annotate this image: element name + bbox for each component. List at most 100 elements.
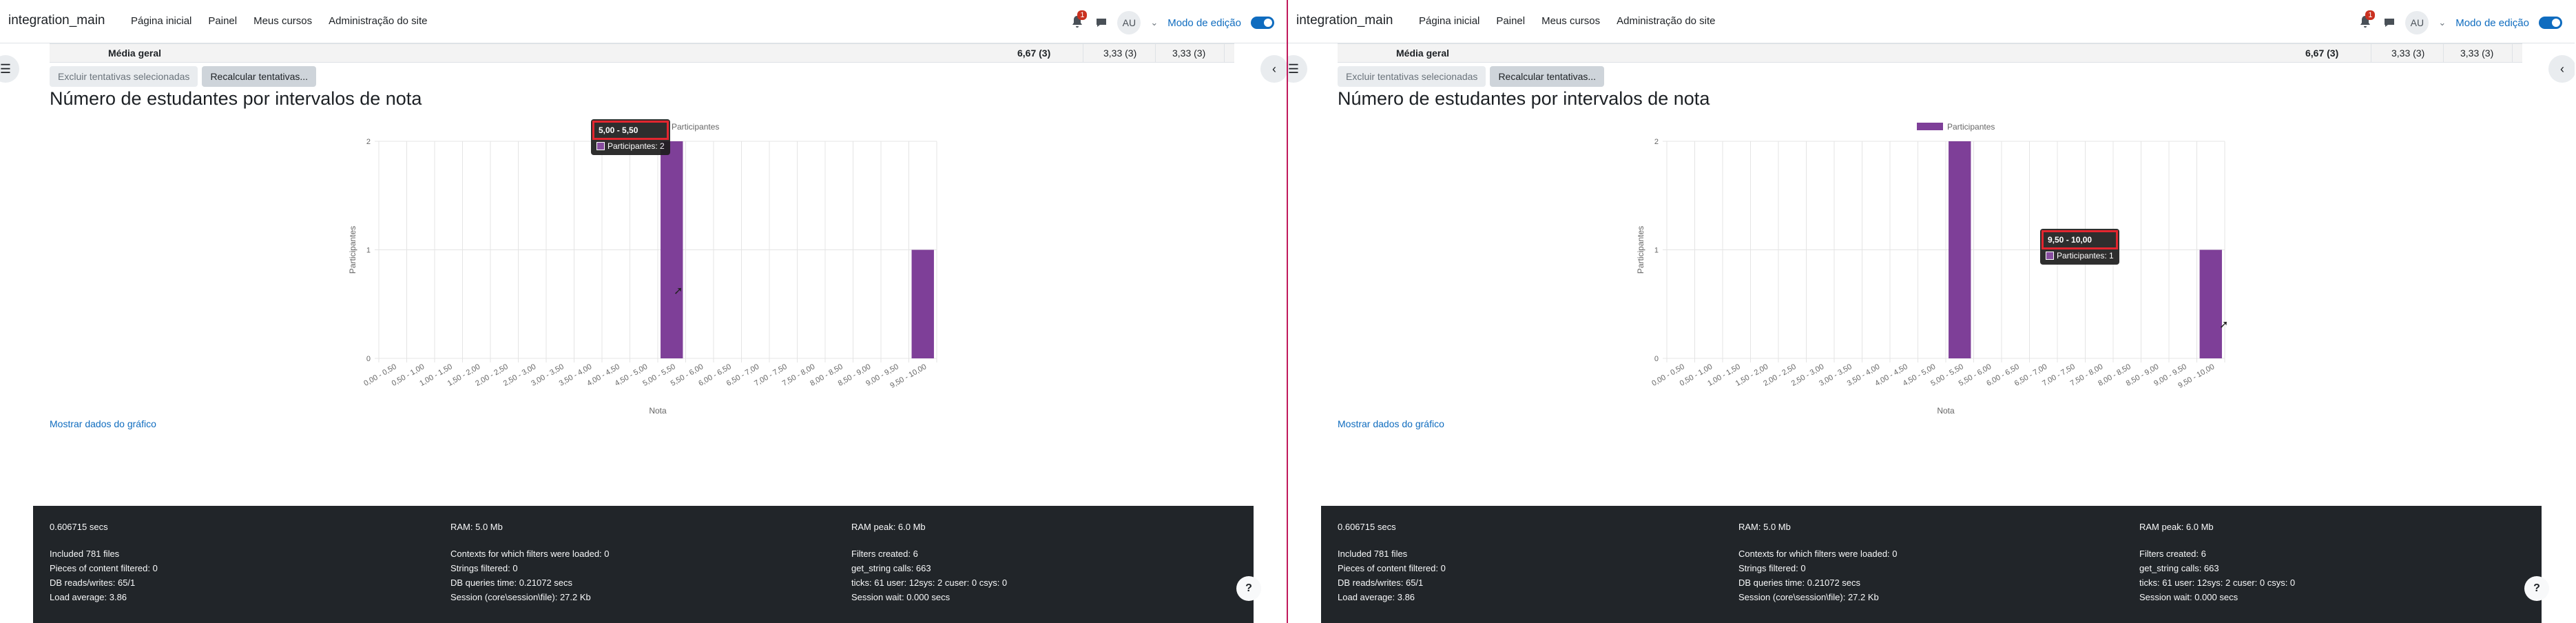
nav-link-my-courses[interactable]: Meus cursos	[253, 15, 312, 27]
course-index-drawer-button[interactable]: ☰	[1288, 55, 1307, 83]
footer-stat: Pieces of content filtered: 0	[1338, 563, 1446, 573]
block-drawer-button[interactable]: ‹	[2548, 55, 2575, 83]
block-drawer-button[interactable]: ‹	[1260, 55, 1287, 83]
help-button[interactable]: ?	[1236, 576, 1261, 601]
tooltip-swatch	[2046, 252, 2054, 260]
list-icon: ☰	[1288, 61, 1300, 76]
browser-window-left: integration_main Página inicial Painel M…	[0, 0, 1288, 623]
chevron-down-icon[interactable]: ⌄	[1150, 17, 1158, 28]
navbar: integration_main Página inicial Painel M…	[0, 0, 1287, 43]
footer-stat: Session wait: 0.000 secs	[851, 592, 951, 602]
footer-stat: Strings filtered: 0	[450, 563, 518, 573]
footer-stat: ticks: 61 user: 12sys: 2 cuser: 0 csys: …	[2139, 578, 2296, 588]
footer-stat: Filters created: 6	[2139, 549, 2206, 559]
tooltip-body: Participantes: 1	[2040, 251, 2119, 265]
course-index-drawer-button[interactable]: ☰	[0, 55, 19, 83]
nav-link-site-admin[interactable]: Administração do site	[329, 15, 427, 27]
legend-label[interactable]: Participantes	[672, 122, 719, 132]
tooltip-body: Participantes: 2	[591, 141, 670, 155]
chevron-down-icon[interactable]: ⌄	[2438, 17, 2446, 28]
y-tick-label: 0	[366, 355, 371, 363]
footer-stat: RAM peak: 6.0 Mb	[2139, 522, 2214, 532]
footer-column-3: RAM peak: 6.0 Mb Filters created: 6 get_st…	[2139, 520, 2295, 604]
regrade-attempts-button[interactable]: Recalcular tentativas...	[202, 66, 317, 87]
user-avatar[interactable]: AU	[1117, 11, 1141, 34]
footer-stat: Pieces of content filtered: 0	[50, 563, 158, 573]
delete-selected-attempts-button[interactable]: Excluir tentativas selecionadas	[50, 66, 198, 87]
edit-mode-label: Modo de edição	[2455, 17, 2529, 29]
average-grade-value: 6,67 (3)	[1017, 48, 1051, 59]
y-tick-label: 1	[366, 247, 371, 255]
footer-stat: RAM: 5.0 Mb	[1738, 522, 1791, 532]
tooltip-title: 9,50 - 10,00	[2042, 230, 2118, 249]
notifications-button[interactable]: 1	[1070, 10, 1088, 31]
footer-column-1: 0.606715 secs Included 781 files Pieces of…	[50, 520, 158, 604]
footer-stat: Session wait: 0.000 secs	[2139, 592, 2239, 602]
legend-label[interactable]: Participantes	[1947, 122, 1995, 132]
footer-stat: Load average: 3.86	[1338, 592, 1415, 602]
footer-stat: Filters created: 6	[851, 549, 918, 559]
bar-10[interactable]	[1949, 141, 1971, 358]
average-grade-value: 6,67 (3)	[2305, 48, 2339, 59]
notification-count-badge: 1	[1077, 10, 1088, 20]
y-tick-label: 1	[1654, 247, 1659, 255]
footer-stat	[1338, 534, 1446, 547]
grade-distribution-chart[interactable]: 0120,00 - 0,500,50 - 1,001,00 - 1,501,50…	[337, 117, 957, 420]
footer-stat: Included 781 files	[1338, 549, 1408, 559]
list-icon: ☰	[0, 61, 12, 76]
grade-distribution-chart[interactable]: 0120,00 - 0,500,50 - 1,001,00 - 1,501,50…	[1625, 117, 2245, 420]
messages-icon[interactable]	[1095, 17, 1108, 29]
navbar: integration_main Página inicial Painel M…	[1288, 0, 2575, 43]
tooltip-label: Participantes: 1	[2057, 251, 2114, 261]
show-chart-data-link[interactable]: Mostrar dados do gráfico	[1338, 418, 1444, 429]
chart-tooltip: 5,00 - 5,50 Participantes: 2	[591, 119, 670, 155]
average-question-2-value: 3,33 (3)	[1172, 48, 1206, 59]
show-chart-data-link[interactable]: Mostrar dados do gráfico	[50, 418, 156, 429]
nav-link-site-admin[interactable]: Administração do site	[1617, 15, 1715, 27]
browser-window-right: integration_main Página inicial Painel M…	[1288, 0, 2575, 623]
footer-stat	[50, 534, 158, 547]
site-brand[interactable]: integration_main	[8, 13, 105, 28]
chart-tooltip: 9,50 - 10,00 Participantes: 1	[2040, 229, 2119, 265]
legend-swatch[interactable]	[1917, 123, 1943, 130]
nav-link-dashboard[interactable]: Painel	[1496, 15, 1525, 27]
y-tick-label: 2	[366, 138, 371, 146]
tooltip-swatch	[596, 142, 605, 150]
nav-link-my-courses[interactable]: Meus cursos	[1541, 15, 1600, 27]
footer-stat	[1738, 534, 1898, 547]
bar-19[interactable]	[911, 249, 934, 359]
edit-mode-toggle[interactable]	[1251, 17, 1274, 29]
nav-link-dashboard[interactable]: Painel	[208, 15, 237, 27]
regrade-attempts-button[interactable]: Recalcular tentativas...	[1490, 66, 1605, 87]
notifications-button[interactable]: 1	[2358, 10, 2376, 31]
chart-heading: Número de estudantes por intervalos de n…	[50, 88, 422, 109]
tooltip-title: 5,00 - 5,50	[592, 121, 669, 140]
average-question-2-value: 3,33 (3)	[2460, 48, 2494, 59]
overall-average-row: Média geral 6,67 (3) 3,33 (3) 3,33 (3)	[1338, 43, 2522, 63]
footer-stat: Included 781 files	[50, 549, 120, 559]
footer-stat	[2139, 534, 2295, 547]
average-question-1-value: 3,33 (3)	[2391, 48, 2425, 59]
nav-link-home[interactable]: Página inicial	[1419, 15, 1479, 27]
attempt-actions: Excluir tentativas selecionadas Recalcul…	[50, 66, 317, 87]
site-brand[interactable]: integration_main	[1296, 13, 1393, 28]
notification-count-badge: 1	[2365, 10, 2376, 20]
edit-mode-toggle[interactable]	[2539, 17, 2562, 29]
mouse-cursor-icon: ➚	[674, 285, 683, 297]
footer-column-3: RAM peak: 6.0 Mb Filters created: 6 get_st…	[851, 520, 1007, 604]
user-avatar[interactable]: AU	[2405, 11, 2429, 34]
bar-10[interactable]	[661, 141, 683, 358]
footer-stat: 0.606715 secs	[1338, 522, 1396, 532]
performance-footer: 0.606715 secs Included 781 files Pieces of…	[33, 506, 1254, 623]
footer-stat: DB queries time: 0.21072 secs	[450, 578, 573, 588]
chevron-left-icon: ‹	[2560, 61, 2564, 76]
bar-19[interactable]	[2199, 249, 2222, 359]
delete-selected-attempts-button[interactable]: Excluir tentativas selecionadas	[1338, 66, 1486, 87]
footer-stat	[851, 534, 1007, 547]
tooltip-label: Participantes: 2	[607, 141, 665, 151]
messages-icon[interactable]	[2383, 17, 2396, 29]
footer-stat: Session (core\session\file): 27.2 Kb	[450, 592, 591, 602]
help-button[interactable]: ?	[2524, 576, 2549, 601]
nav-link-home[interactable]: Página inicial	[131, 15, 191, 27]
footer-stat: 0.606715 secs	[50, 522, 108, 532]
